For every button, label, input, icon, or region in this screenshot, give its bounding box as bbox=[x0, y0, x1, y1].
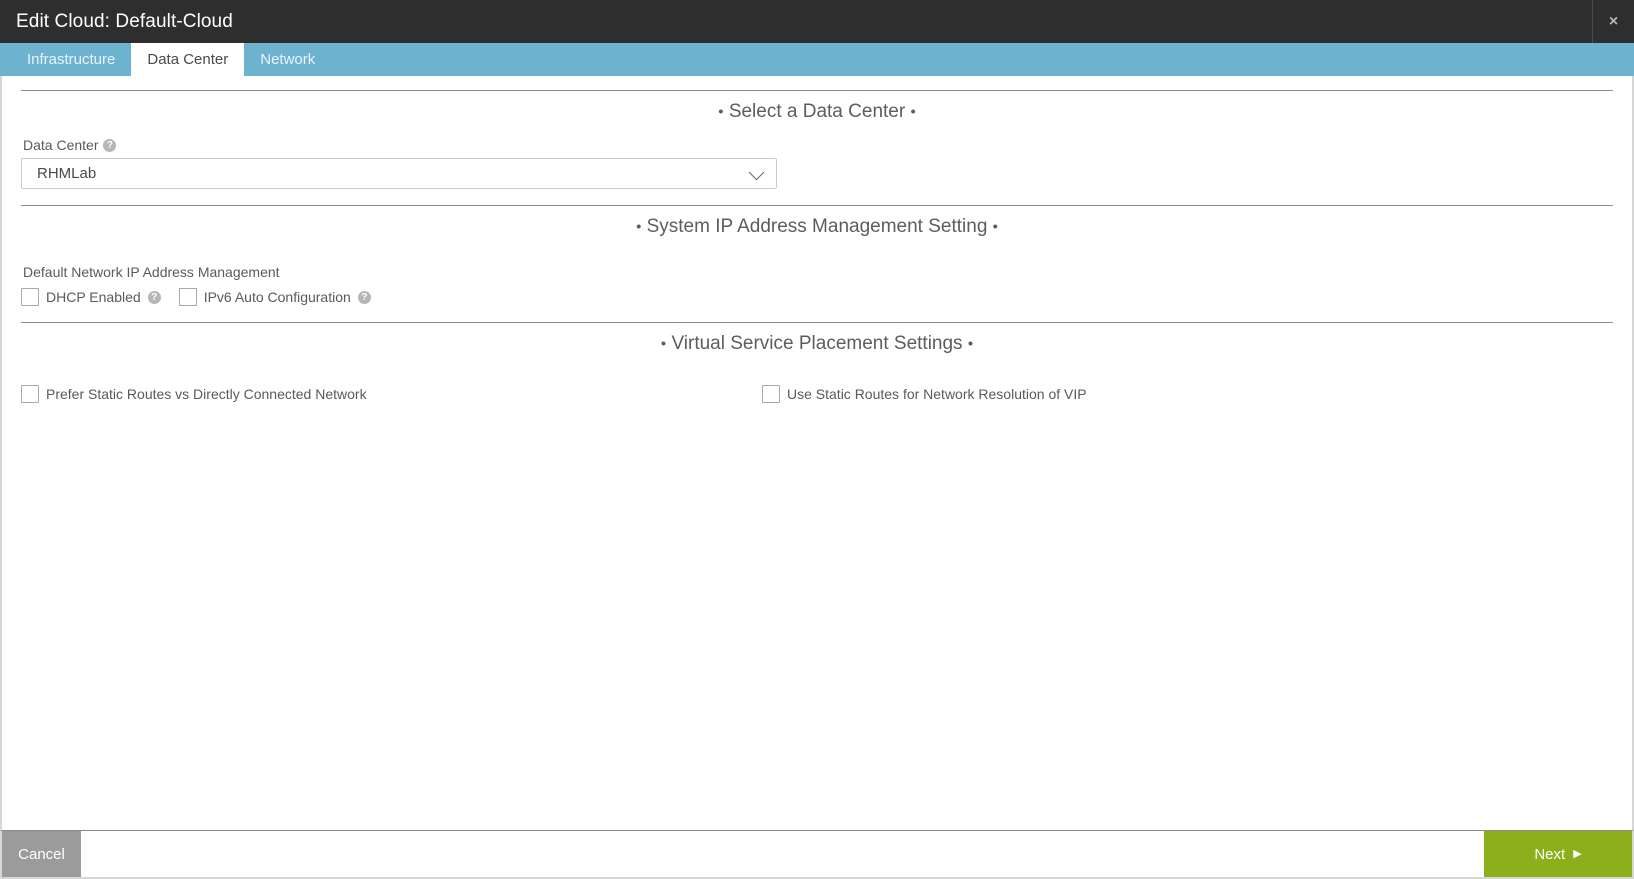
bullet-left-icon: • bbox=[718, 103, 724, 121]
tab-network[interactable]: Network bbox=[244, 43, 331, 76]
section-title-text: Virtual Service Placement Settings bbox=[671, 333, 963, 354]
footer-spacer bbox=[81, 831, 1484, 877]
arrow-right-icon: ▶ bbox=[1573, 847, 1582, 860]
checkbox-label-ipv6-auto-configuration[interactable]: IPv6 Auto Configuration bbox=[204, 289, 351, 305]
virtual-service-checkbox-row: Prefer Static Routes vs Directly Connect… bbox=[21, 385, 1613, 403]
section-header-ip-management: • System IP Address Management Setting • bbox=[21, 205, 1613, 252]
cancel-button[interactable]: Cancel bbox=[2, 831, 81, 877]
close-icon[interactable]: × bbox=[1592, 0, 1634, 43]
bullet-right-icon: • bbox=[910, 103, 916, 121]
checkbox-item-ipv6-auto-configuration[interactable]: IPv6 Auto Configuration ? bbox=[178, 288, 371, 306]
data-center-select[interactable]: RHMLab bbox=[21, 158, 777, 189]
tab-data-center[interactable]: Data Center bbox=[131, 43, 245, 76]
next-button-label: Next bbox=[1534, 845, 1566, 863]
bullet-right-icon: • bbox=[992, 218, 998, 236]
help-icon[interactable]: ? bbox=[357, 290, 371, 304]
checkbox-item-prefer-static-routes[interactable]: Prefer Static Routes vs Directly Connect… bbox=[21, 385, 367, 403]
next-button[interactable]: Next ▶ bbox=[1484, 831, 1632, 877]
bullet-left-icon: • bbox=[636, 218, 642, 236]
edit-cloud-modal: Edit Cloud: Default-Cloud × Infrastructu… bbox=[0, 0, 1634, 879]
section-header-data-center: • Select a Data Center • bbox=[21, 90, 1613, 137]
checkbox-label-use-static-routes-vip[interactable]: Use Static Routes for Network Resolution… bbox=[787, 386, 1087, 402]
bullet-right-icon: • bbox=[967, 335, 974, 353]
modal-content: • Select a Data Center • Data Center ? R… bbox=[0, 76, 1634, 830]
virtual-service-column-right: Use Static Routes for Network Resolution… bbox=[762, 385, 1105, 403]
checkbox-dhcp-enabled[interactable] bbox=[21, 288, 39, 306]
checkbox-item-dhcp-enabled[interactable]: DHCP Enabled ? bbox=[21, 288, 161, 306]
default-network-ip-label: Default Network IP Address Management bbox=[23, 264, 280, 280]
help-icon[interactable]: ? bbox=[147, 290, 161, 304]
section-title-data-center: • Select a Data Center • bbox=[710, 101, 924, 123]
modal-titlebar: Edit Cloud: Default-Cloud × bbox=[0, 0, 1634, 43]
checkbox-label-dhcp-enabled[interactable]: DHCP Enabled bbox=[46, 289, 141, 305]
ip-management-checkbox-row: DHCP Enabled ? IPv6 Auto Configuration ? bbox=[21, 288, 1613, 306]
checkbox-ipv6-auto-configuration[interactable] bbox=[178, 288, 197, 306]
section-header-virtual-service: • Virtual Service Placement Settings • bbox=[21, 322, 1613, 369]
virtual-service-column-left: Prefer Static Routes vs Directly Connect… bbox=[21, 385, 762, 403]
modal-title: Edit Cloud: Default-Cloud bbox=[16, 10, 233, 32]
data-center-label-text: Data Center bbox=[23, 137, 99, 153]
help-icon[interactable]: ? bbox=[103, 138, 117, 152]
chevron-down-icon bbox=[748, 164, 765, 180]
section-title-text: System IP Address Management Setting bbox=[646, 216, 988, 237]
bullet-left-icon: • bbox=[660, 335, 667, 353]
section-title-text: Select a Data Center bbox=[728, 101, 906, 122]
checkbox-label-prefer-static-routes[interactable]: Prefer Static Routes vs Directly Connect… bbox=[46, 386, 367, 402]
checkbox-use-static-routes-vip[interactable] bbox=[762, 385, 780, 403]
section-title-virtual-service: • Virtual Service Placement Settings • bbox=[652, 333, 982, 355]
modal-footer: Cancel Next ▶ bbox=[0, 830, 1634, 879]
checkbox-prefer-static-routes[interactable] bbox=[21, 385, 39, 403]
section-title-ip-management: • System IP Address Management Setting • bbox=[628, 216, 1006, 238]
data-center-field-label: Data Center ? bbox=[23, 137, 1613, 153]
data-center-selected-value: RHMLab bbox=[37, 165, 97, 182]
tab-bar: Infrastructure Data Center Network bbox=[0, 43, 1634, 76]
checkbox-item-use-static-routes-vip[interactable]: Use Static Routes for Network Resolution… bbox=[762, 385, 1087, 403]
tab-infrastructure[interactable]: Infrastructure bbox=[11, 43, 131, 76]
